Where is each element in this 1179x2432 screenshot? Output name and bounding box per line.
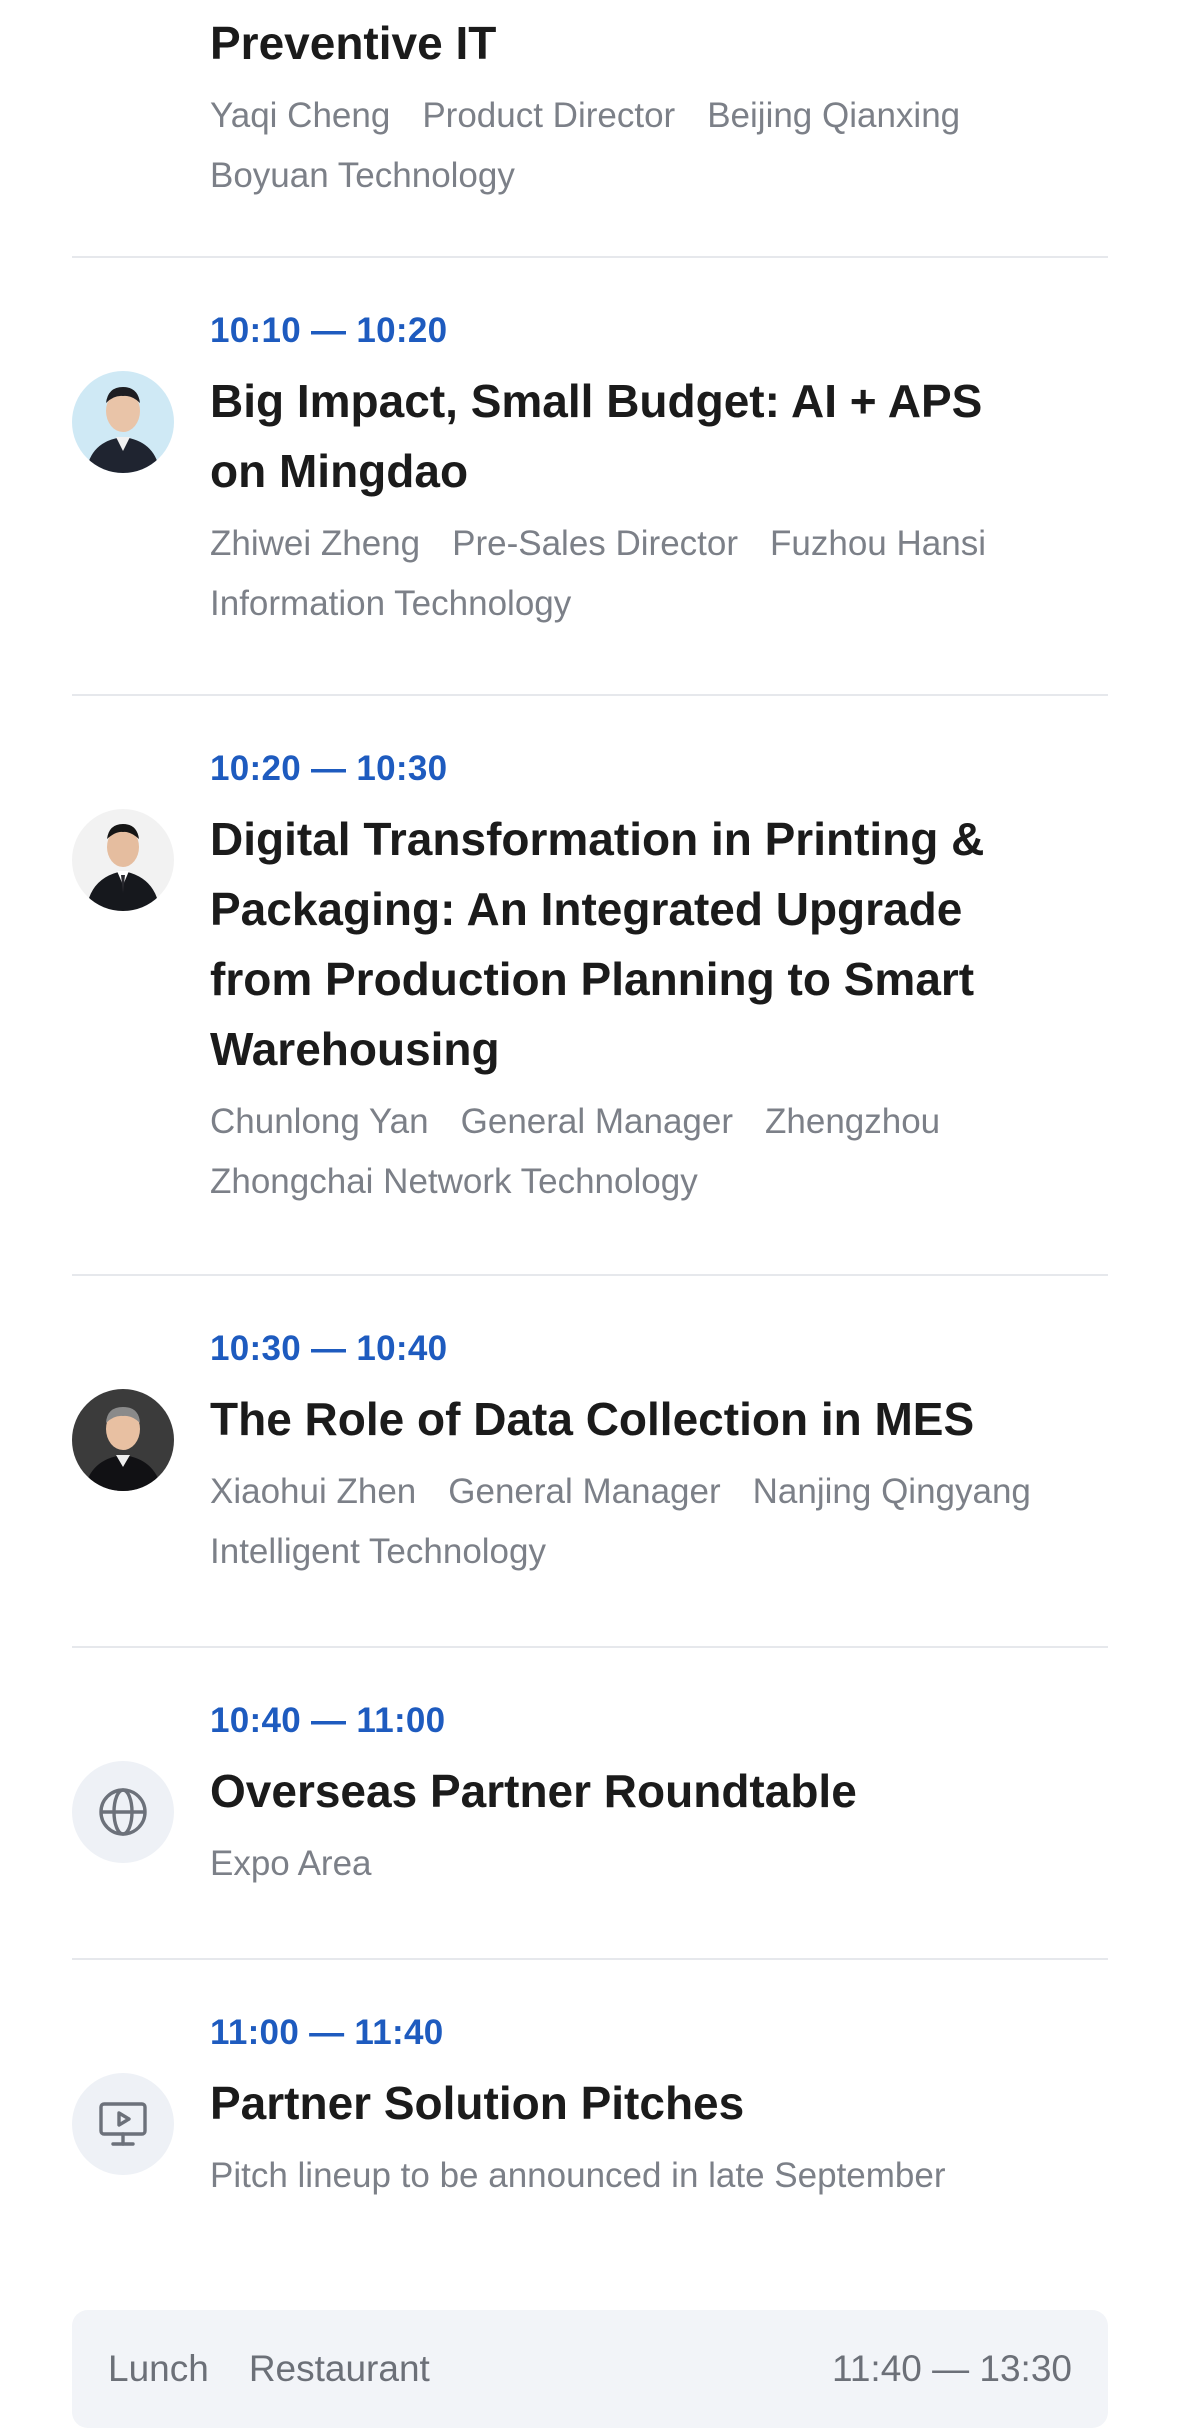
- session-time: 10:20 — 10:30: [210, 749, 448, 788]
- session-item[interactable]: 10:10 — 10:20 Big Impact, Small Budget: …: [72, 258, 1108, 696]
- session-title: The Role of Data Collection in MES: [210, 1393, 975, 1445]
- session-item[interactable]: Preventive IT Yaqi Cheng Product Director…: [72, 0, 1108, 258]
- speaker-name: Zhiwei Zheng: [210, 524, 421, 563]
- session-note: Pitch lineup to be announced in late Sep…: [210, 2156, 946, 2195]
- session-time: 11:00 — 11:40: [210, 2013, 444, 2052]
- speaker-name: Chunlong Yan: [210, 1102, 429, 1141]
- session-location: Expo Area: [210, 1844, 372, 1883]
- speaker-role: General Manager: [448, 1472, 721, 1511]
- session-item[interactable]: 10:20 — 10:30 Digital Transformation in …: [72, 696, 1108, 1276]
- speaker-role: General Manager: [460, 1102, 734, 1141]
- presentation-icon: [99, 2102, 147, 2146]
- session-item[interactable]: 10:30 — 10:40 The Role of Data Collectio…: [72, 1276, 1108, 1648]
- session-time: 10:10 — 10:20: [210, 311, 448, 350]
- speaker-role: Product Director: [422, 96, 676, 135]
- globe-icon-badge: [72, 1761, 174, 1863]
- lunch-time: 11:40 — 13:30: [832, 2348, 1072, 2389]
- session-item[interactable]: 10:40 — 11:00 Overseas Partner Roundtabl…: [72, 1648, 1108, 1960]
- speaker-avatar: [72, 809, 174, 911]
- session-item[interactable]: 11:00 — 11:40 Partner Solution Pitches P…: [72, 1960, 1108, 2260]
- session-meta: Xiaohui Zhen General Manager Nanjing Qingy…: [210, 1462, 1108, 1582]
- speaker-avatar: [72, 371, 174, 473]
- globe-icon: [99, 1788, 147, 1836]
- speaker-avatar: [72, 1389, 174, 1491]
- session-meta: Yaqi Cheng Product Director Beijing Qianxi…: [210, 86, 1108, 206]
- session-title: Partner Solution Pitches: [210, 2077, 745, 2129]
- lunch-info: Lunch Restaurant: [108, 2348, 430, 2390]
- session-title: Overseas Partner Roundtable: [210, 1765, 857, 1817]
- session-title: Digital Transformation in Printing & Pac…: [210, 813, 985, 1075]
- speaker-name: Xiaohui Zhen: [210, 1472, 417, 1511]
- session-meta: Zhiwei Zheng Pre-Sales Director Fuzhou Han…: [210, 514, 1108, 634]
- speaker-role: Pre-Sales Director: [452, 524, 739, 563]
- agenda-list: Preventive IT Yaqi Cheng Product Director…: [72, 0, 1108, 2260]
- lunch-label: Lunch: [108, 2348, 209, 2389]
- session-title: Big Impact, Small Budget: AI + APS on Mi…: [210, 375, 983, 497]
- speaker-name: Yaqi Cheng: [210, 96, 391, 135]
- presentation-icon-badge: [72, 2073, 174, 2175]
- lunch-location: Restaurant: [248, 2348, 430, 2389]
- session-meta: Chunlong Yan General Manager Zhengzhou Zho…: [210, 1092, 1108, 1212]
- lunch-break-row[interactable]: Lunch Restaurant 11:40 — 13:30: [72, 2310, 1108, 2428]
- session-time: 10:40 — 11:00: [210, 1701, 446, 1740]
- session-time: 10:30 — 10:40: [210, 1329, 448, 1368]
- session-title: Preventive IT: [210, 17, 497, 69]
